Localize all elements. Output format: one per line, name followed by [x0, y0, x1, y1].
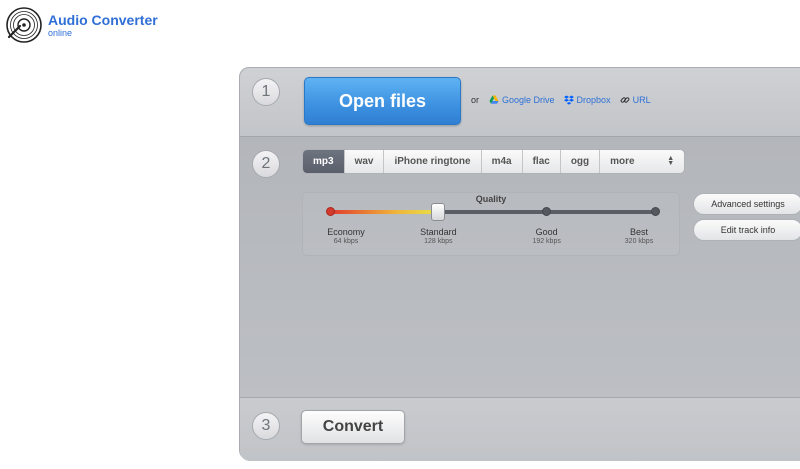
link-icon	[620, 97, 629, 103]
quality-stop-economy[interactable]	[325, 207, 335, 216]
dropbox-label: Dropbox	[576, 95, 611, 105]
open-files-button[interactable]: Open files	[304, 77, 461, 125]
format-tab-mp3[interactable]: mp3	[303, 150, 345, 173]
google-drive-link[interactable]: Google Drive	[489, 95, 555, 105]
format-tab-flac[interactable]: flac	[523, 150, 561, 173]
url-label: URL	[632, 95, 651, 105]
format-tab-m4a[interactable]: m4a	[482, 150, 523, 173]
dropbox-link[interactable]: Dropbox	[563, 95, 611, 105]
quality-option-bitrate: 192 kbps	[532, 238, 561, 245]
logo[interactable]: Audio Converter online	[5, 6, 158, 44]
brand-subtitle: online	[48, 28, 73, 38]
url-link[interactable]: URL	[620, 95, 651, 105]
format-tab-ogg[interactable]: ogg	[561, 150, 601, 173]
quality-option-name: Best	[629, 227, 648, 237]
quality-option-bitrate: 64 kbps	[333, 238, 359, 245]
advanced-settings-button[interactable]: Advanced settings	[693, 193, 800, 215]
step-3-badge: 3	[252, 412, 280, 440]
quality-slider-box: Quality Economy 64 kbps Standard 128 kbp…	[302, 192, 680, 256]
quality-stop-best[interactable]	[650, 207, 660, 216]
quality-option-bitrate: 320 kbps	[624, 238, 654, 245]
quality-option-name: Good	[535, 227, 558, 237]
quality-option-economy[interactable]: Economy 64 kbps	[306, 227, 386, 245]
step-2-badge: 2	[252, 150, 280, 178]
vinyl-disc-icon	[6, 7, 42, 43]
converter-panel: 1 Open files or Google Drive Dropbox URL…	[239, 67, 800, 461]
brand-title: Audio Converter	[48, 12, 158, 28]
convert-button[interactable]: Convert	[301, 410, 405, 444]
quality-stop-good[interactable]	[542, 207, 552, 216]
format-more-dropdown[interactable]: more ▲ ▼	[600, 150, 684, 173]
more-label: more	[610, 156, 635, 167]
quality-slider-track[interactable]	[325, 203, 660, 221]
format-tabs: mp3 wav iPhone ringtone m4a flac ogg mor…	[302, 149, 686, 174]
up-down-chevron-icon: ▲ ▼	[667, 155, 675, 167]
step-3-section: 3 Convert	[240, 397, 800, 461]
google-drive-label: Google Drive	[502, 95, 555, 105]
quality-option-best[interactable]: Best 320 kbps	[599, 227, 679, 245]
step-1-section: 1 Open files or Google Drive Dropbox URL	[240, 68, 800, 137]
quality-option-name: Economy	[327, 227, 365, 237]
file-sources: or Google Drive Dropbox URL	[471, 95, 660, 105]
quality-option-standard[interactable]: Standard 128 kbps	[398, 227, 478, 245]
quality-slider-fill	[330, 210, 439, 214]
quality-slider-handle[interactable]	[431, 203, 446, 221]
or-label: or	[471, 95, 480, 105]
format-tab-iphone-ringtone[interactable]: iPhone ringtone	[384, 150, 482, 173]
google-drive-icon	[489, 95, 499, 104]
quality-option-bitrate: 128 kbps	[424, 238, 453, 245]
step-2-section: 2 mp3 wav iPhone ringtone m4a flac ogg m…	[240, 137, 800, 397]
quality-option-name: Standard	[420, 227, 457, 237]
step-1-badge: 1	[252, 78, 280, 106]
edit-track-info-button[interactable]: Edit track info	[693, 219, 800, 241]
format-tab-wav[interactable]: wav	[345, 150, 385, 173]
quality-label: Quality	[475, 194, 507, 204]
quality-option-good[interactable]: Good 192 kbps	[507, 227, 587, 245]
dropbox-icon	[563, 95, 574, 105]
